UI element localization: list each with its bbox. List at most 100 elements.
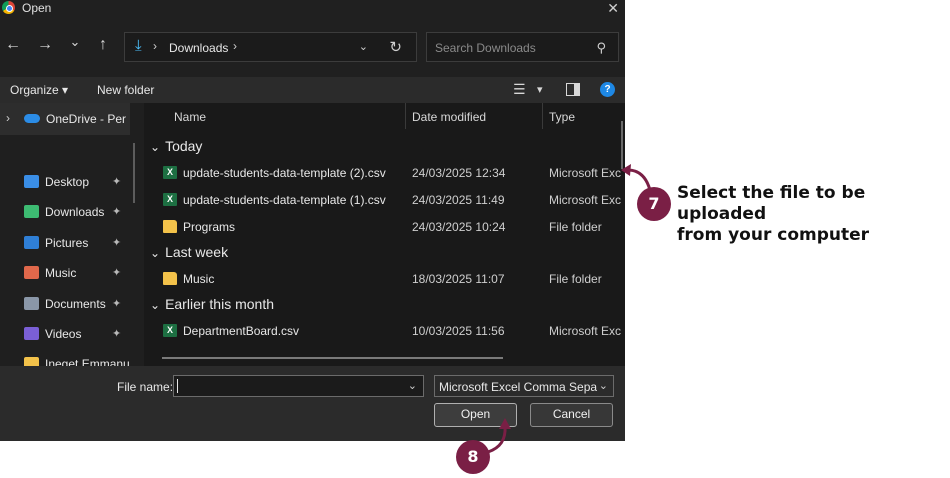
path-chevron-icon[interactable]: › bbox=[153, 39, 157, 53]
view-options-icon[interactable]: ☰ bbox=[513, 81, 526, 98]
close-icon[interactable]: ✕ bbox=[607, 0, 619, 17]
column-header-date-modified[interactable]: Date modified bbox=[412, 110, 486, 136]
file-type-value: Microsoft Excel Comma Separa bbox=[439, 380, 597, 394]
pin-icon[interactable]: ✦ bbox=[112, 266, 121, 279]
sidebar-item-label: Music bbox=[45, 266, 77, 280]
expand-chevron-icon[interactable]: › bbox=[6, 111, 10, 125]
file-date-modified: 18/03/2025 11:07 bbox=[412, 272, 505, 286]
file-row[interactable]: Xupdate-students-data-template (1).csv 24… bbox=[144, 189, 625, 213]
step-7-arrow bbox=[627, 168, 652, 191]
file-date-modified: 24/03/2025 10:24 bbox=[412, 220, 506, 234]
group-header[interactable]: ⌄ Earlier this month bbox=[150, 296, 274, 312]
file-type: File folder bbox=[549, 272, 602, 286]
group-label: Earlier this month bbox=[165, 296, 274, 312]
sidebar-item-downloads[interactable]: Downloads ✦ bbox=[24, 203, 134, 225]
pin-icon[interactable]: ✦ bbox=[112, 327, 121, 340]
videos-icon bbox=[24, 327, 39, 340]
file-name: Programs bbox=[183, 220, 236, 234]
column-header-name[interactable]: Name bbox=[174, 110, 206, 136]
new-folder-button[interactable]: New folder bbox=[97, 83, 154, 97]
step-7-line-2: from your computer bbox=[677, 225, 870, 245]
file-type: Microsoft Exc bbox=[549, 166, 622, 180]
step-7-callout: Select the file to be uploaded from your… bbox=[677, 183, 950, 246]
group-header[interactable]: ⌄ Last week bbox=[150, 244, 228, 260]
file-type: File folder bbox=[549, 220, 602, 234]
collapse-chevron-icon[interactable]: ⌄ bbox=[150, 246, 160, 260]
sidebar-item-label: Videos bbox=[45, 327, 82, 341]
cancel-button[interactable]: Cancel bbox=[530, 403, 613, 427]
sidebar-item-label: Ineget Emmanu bbox=[45, 357, 130, 366]
file-name: update-students-data-template (2).csv bbox=[183, 166, 386, 180]
refresh-icon[interactable]: ↻ bbox=[389, 38, 402, 56]
dialog-footer: File name: ⌄ Microsoft Excel Comma Separ… bbox=[0, 366, 625, 441]
navigation-pane: › OneDrive - Perso Desktop✦ Downloads✦ Pic… bbox=[0, 103, 144, 366]
help-icon[interactable]: ? bbox=[600, 82, 615, 97]
step-7-badge: 7 bbox=[637, 187, 671, 221]
file-name-label: File name: bbox=[117, 380, 174, 394]
file-name-dropdown-icon[interactable]: ⌄ bbox=[408, 379, 417, 392]
pictures-icon bbox=[24, 236, 39, 249]
pin-icon[interactable]: ✦ bbox=[112, 205, 121, 218]
search-placeholder: Search Downloads bbox=[435, 41, 536, 55]
excel-file-icon: X bbox=[163, 324, 177, 337]
pin-icon[interactable]: ✦ bbox=[112, 175, 121, 188]
pin-icon[interactable]: ✦ bbox=[112, 236, 121, 249]
text-caret bbox=[177, 379, 178, 393]
file-name: DepartmentBoard.csv bbox=[183, 324, 300, 338]
column-divider[interactable] bbox=[542, 103, 543, 129]
view-dropdown-icon[interactable]: ▾ bbox=[537, 83, 543, 96]
file-type-dropdown-icon[interactable]: ⌄ bbox=[598, 379, 608, 392]
step-7-line-1: Select the file to be uploaded bbox=[677, 183, 866, 224]
sidebar-item-ineget[interactable]: Ineget Emmanu bbox=[24, 355, 134, 366]
downloads-icon bbox=[24, 205, 39, 218]
folder-icon bbox=[163, 220, 177, 233]
back-arrow-icon[interactable]: ← bbox=[4, 36, 22, 54]
file-name-input[interactable]: ⌄ bbox=[173, 375, 424, 397]
window-title: Open bbox=[22, 1, 52, 15]
breadcrumb-downloads[interactable]: Downloads bbox=[169, 41, 228, 55]
file-row[interactable]: Programs 24/03/2025 10:24 File folder bbox=[144, 216, 625, 240]
downloads-icon: ⤓ bbox=[135, 37, 142, 54]
file-row[interactable]: Xupdate-students-data-template (2).csv 24… bbox=[144, 162, 625, 186]
collapse-chevron-icon[interactable]: ⌄ bbox=[150, 140, 160, 154]
recent-locations-chevron-icon[interactable]: ⌄ bbox=[66, 34, 84, 50]
file-row[interactable]: X DepartmentBoard.csv 10/03/2025 11:56 Micr… bbox=[144, 320, 625, 344]
title-bar: Open ✕ bbox=[0, 0, 625, 18]
path-chevron-icon[interactable]: › bbox=[233, 39, 237, 53]
collapse-chevron-icon[interactable]: ⌄ bbox=[150, 298, 160, 312]
music-icon bbox=[24, 266, 39, 279]
address-dropdown-icon[interactable]: ⌄ bbox=[359, 40, 368, 53]
file-type-select[interactable]: Microsoft Excel Comma Separa ⌄ bbox=[434, 375, 614, 397]
sidebar-item-label: OneDrive - Perso bbox=[46, 112, 126, 126]
vertical-scrollbar[interactable] bbox=[621, 121, 623, 169]
excel-file-icon: X bbox=[163, 193, 177, 206]
forward-arrow-icon[interactable]: → bbox=[36, 36, 54, 54]
organize-button[interactable]: Organize ▾ bbox=[10, 83, 68, 97]
sidebar-item-desktop[interactable]: Desktop ✦ bbox=[24, 173, 134, 195]
column-divider[interactable] bbox=[405, 103, 406, 129]
open-button[interactable]: Open bbox=[434, 403, 517, 427]
up-arrow-icon[interactable]: ↑ bbox=[94, 36, 112, 54]
column-header-type[interactable]: Type bbox=[549, 110, 575, 136]
pin-icon[interactable]: ✦ bbox=[112, 297, 121, 310]
sidebar-item-music[interactable]: Music ✦ bbox=[24, 264, 134, 286]
preview-pane-icon[interactable] bbox=[566, 83, 580, 96]
group-header[interactable]: ⌄ Today bbox=[150, 138, 202, 154]
group-label: Last week bbox=[165, 244, 229, 260]
command-toolbar: Organize ▾ New folder ☰ ▾ ? bbox=[0, 77, 625, 103]
sidebar-item-onedrive[interactable]: › OneDrive - Perso bbox=[0, 103, 130, 135]
sidebar-item-documents[interactable]: Documents ✦ bbox=[24, 295, 134, 317]
documents-icon bbox=[24, 297, 39, 310]
onedrive-cloud-icon bbox=[24, 114, 40, 123]
folder-icon bbox=[163, 272, 177, 285]
file-date-modified: 24/03/2025 11:49 bbox=[412, 193, 505, 207]
file-type: Microsoft Exc bbox=[549, 193, 622, 207]
search-input[interactable]: Search Downloads ⚲ bbox=[426, 32, 619, 62]
horizontal-scrollbar[interactable] bbox=[162, 357, 503, 359]
sidebar-item-videos[interactable]: Videos ✦ bbox=[24, 325, 134, 347]
file-row[interactable]: Music 18/03/2025 11:07 File folder bbox=[144, 268, 625, 292]
address-bar[interactable]: ⤓ › Downloads › ⌄ ↻ bbox=[124, 32, 417, 62]
sidebar-item-pictures[interactable]: Pictures ✦ bbox=[24, 234, 134, 256]
file-name: update-students-data-template (1).csv bbox=[183, 193, 386, 207]
folder-icon bbox=[24, 357, 39, 366]
